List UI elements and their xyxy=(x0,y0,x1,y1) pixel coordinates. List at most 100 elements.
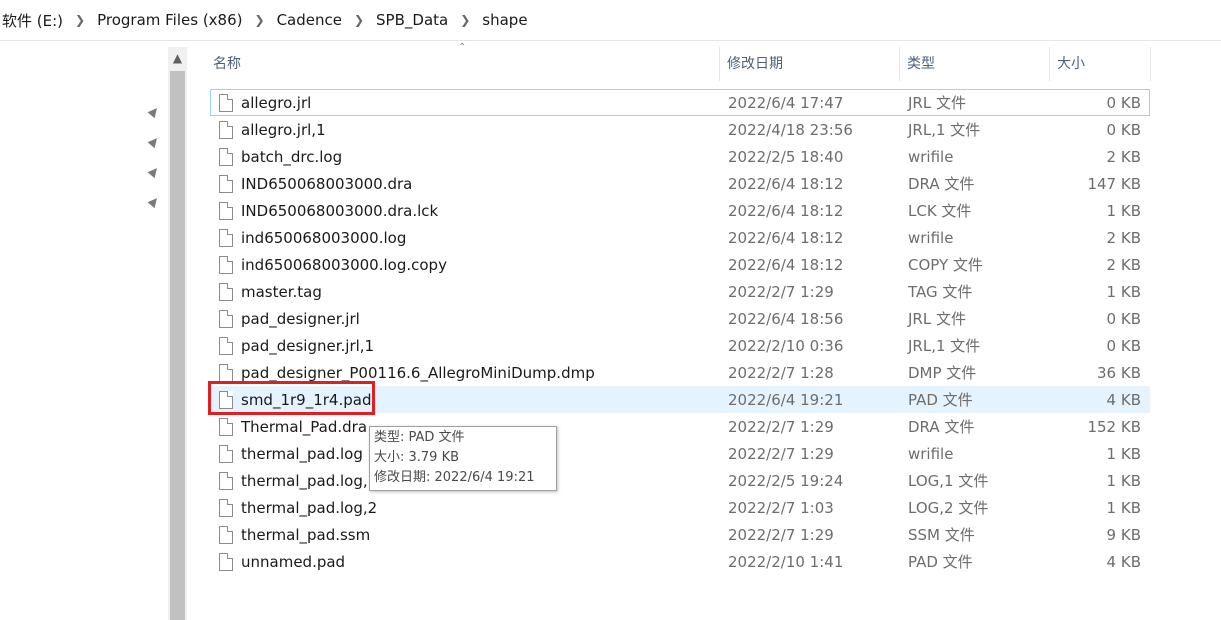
scroll-up-arrow-icon[interactable]: ▲ xyxy=(168,47,187,69)
file-size: 1 KB xyxy=(1106,202,1141,220)
file-size: 2 KB xyxy=(1106,256,1141,274)
file-row[interactable]: pad_designer.jrl,1 2022/2/10 0:36 JRL,1 文件… xyxy=(210,332,1150,359)
column-headers: ⌃ 名称 修改日期 类型 大小 xyxy=(190,42,1221,81)
pin-icon[interactable]: ▲ xyxy=(147,193,163,210)
file-date: 2022/2/7 1:29 xyxy=(728,283,834,301)
file-size: 1 KB xyxy=(1106,445,1141,463)
file-size: 1 KB xyxy=(1106,283,1141,301)
file-type: DRA 文件 xyxy=(908,418,975,436)
file-date: 2022/6/4 18:12 xyxy=(728,256,844,274)
pin-icon[interactable]: ▲ xyxy=(147,163,163,180)
file-name: pad_designer_P00116.6_AllegroMiniDump.dm… xyxy=(241,364,595,382)
column-header-size[interactable]: 大小 xyxy=(1051,47,1151,81)
file-type: LCK 文件 xyxy=(908,202,972,220)
file-row[interactable]: allegro.jrl,1 2022/4/18 23:56 JRL,1 文件 0 KB xyxy=(210,116,1150,143)
file-icon xyxy=(219,202,233,220)
file-row[interactable]: batch_drc.log 2022/2/5 18:40 wrifile 2 KB xyxy=(210,143,1150,170)
file-row[interactable]: thermal_pad.log 2022/2/7 1:29 wrifile 1 KB xyxy=(210,440,1150,467)
file-icon xyxy=(219,310,233,328)
file-type: JRL 文件 xyxy=(908,94,966,112)
file-icon xyxy=(219,148,233,166)
file-size: 0 KB xyxy=(1106,310,1141,328)
file-row[interactable]: Thermal_Pad.dra 2022/2/7 1:29 DRA 文件 152 KB xyxy=(210,413,1150,440)
file-row[interactable]: ind650068003000.log.copy 2022/6/4 18:12 CO… xyxy=(210,251,1150,278)
file-icon xyxy=(219,418,233,436)
file-date: 2022/6/4 19:21 xyxy=(728,391,844,409)
file-name: allegro.jrl xyxy=(241,94,312,112)
file-type: PAD 文件 xyxy=(908,553,973,571)
file-name: thermal_pad.log,1 xyxy=(241,472,378,490)
file-name: batch_drc.log xyxy=(241,148,343,166)
file-date: 2022/2/10 1:41 xyxy=(728,553,844,571)
file-row[interactable]: allegro.jrl 2022/6/4 17:47 JRL 文件 0 KB xyxy=(210,89,1150,116)
file-size: 36 KB xyxy=(1097,364,1141,382)
vertical-scrollbar[interactable]: ▲ xyxy=(168,47,187,620)
file-row[interactable]: IND650068003000.dra 2022/6/4 18:12 DRA 文件 1… xyxy=(210,170,1150,197)
pin-icon[interactable]: ▲ xyxy=(147,133,163,150)
file-row[interactable]: pad_designer.jrl 2022/6/4 18:56 JRL 文件 0 KB xyxy=(210,305,1150,332)
file-size: 0 KB xyxy=(1106,337,1141,355)
breadcrumb-drive[interactable]: 软件 (E:) xyxy=(0,10,65,31)
file-date: 2022/6/4 18:56 xyxy=(728,310,844,328)
file-name: IND650068003000.dra.lck xyxy=(241,202,439,220)
file-icon xyxy=(219,391,233,409)
chevron-right-icon[interactable]: ❯ xyxy=(245,13,275,27)
file-row[interactable]: pad_designer_P00116.6_AllegroMiniDump.dm… xyxy=(210,359,1150,386)
file-icon xyxy=(219,472,233,490)
breadcrumb-shape[interactable]: shape xyxy=(480,11,529,29)
file-icon xyxy=(219,364,233,382)
file-row[interactable]: thermal_pad.ssm 2022/2/7 1:29 SSM 文件 9 KB xyxy=(210,521,1150,548)
chevron-right-icon[interactable]: ❯ xyxy=(344,13,374,27)
file-row[interactable]: thermal_pad.log,1 2022/2/5 19:24 LOG,1 文件 1… xyxy=(210,467,1150,494)
file-name: pad_designer.jrl xyxy=(241,310,360,328)
file-row[interactable]: thermal_pad.log,2 2022/2/7 1:03 LOG,2 文件 1 … xyxy=(210,494,1150,521)
tooltip-date: 修改日期: 2022/6/4 19:21 xyxy=(374,470,535,485)
pin-icon[interactable]: ▲ xyxy=(147,103,163,120)
file-name: Thermal_Pad.dra xyxy=(241,418,368,436)
file-type: wrifile xyxy=(908,445,954,463)
file-type: wrifile xyxy=(908,148,954,166)
file-type: LOG,1 文件 xyxy=(908,472,989,490)
file-date: 2022/6/4 18:12 xyxy=(728,202,844,220)
file-type: wrifile xyxy=(908,229,954,247)
file-row[interactable]: IND650068003000.dra.lck 2022/6/4 18:12 LCK… xyxy=(210,197,1150,224)
breadcrumb-cadence[interactable]: Cadence xyxy=(275,11,344,29)
file-name: thermal_pad.log,2 xyxy=(241,499,378,517)
scrollbar-thumb[interactable] xyxy=(170,71,185,620)
file-date: 2022/2/7 1:29 xyxy=(728,445,834,463)
breadcrumb-program-files[interactable]: Program Files (x86) xyxy=(95,11,244,29)
file-type: COPY 文件 xyxy=(908,256,983,274)
tooltip-size: 大小: 3.79 KB xyxy=(374,450,460,465)
file-name: allegro.jrl,1 xyxy=(241,121,326,139)
file-row[interactable]: smd_1r9_1r4.pad 2022/6/4 19:21 PAD 文件 4 KB xyxy=(210,386,1150,413)
chevron-right-icon[interactable]: ❯ xyxy=(450,13,480,27)
file-type: TAG 文件 xyxy=(908,283,973,301)
file-icon xyxy=(219,175,233,193)
file-size: 2 KB xyxy=(1106,229,1141,247)
file-size: 0 KB xyxy=(1106,94,1141,112)
file-type: JRL,1 文件 xyxy=(908,121,981,139)
file-tooltip: 类型: PAD 文件 大小: 3.79 KB 修改日期: 2022/6/4 19… xyxy=(369,426,557,491)
file-date: 2022/2/7 1:29 xyxy=(728,418,834,436)
file-size: 1 KB xyxy=(1106,472,1141,490)
column-header-name[interactable]: 名称 xyxy=(207,47,720,81)
file-row[interactable]: master.tag 2022/2/7 1:29 TAG 文件 1 KB xyxy=(210,278,1150,305)
breadcrumb-spb-data[interactable]: SPB_Data xyxy=(374,11,450,29)
column-header-type[interactable]: 类型 xyxy=(901,47,1050,81)
file-name: ind650068003000.log xyxy=(241,229,407,247)
file-icon xyxy=(219,445,233,463)
file-row[interactable]: ind650068003000.log 2022/6/4 18:12 wrifile… xyxy=(210,224,1150,251)
file-date: 2022/2/5 18:40 xyxy=(728,148,844,166)
column-header-date[interactable]: 修改日期 xyxy=(721,47,900,81)
file-type: PAD 文件 xyxy=(908,391,973,409)
file-type: LOG,2 文件 xyxy=(908,499,989,517)
file-icon xyxy=(219,94,233,112)
file-type: DMP 文件 xyxy=(908,364,977,382)
file-row[interactable]: unnamed.pad 2022/2/10 1:41 PAD 文件 4 KB xyxy=(210,548,1150,575)
file-icon xyxy=(219,283,233,301)
file-date: 2022/6/4 18:12 xyxy=(728,175,844,193)
chevron-right-icon[interactable]: ❯ xyxy=(65,13,95,27)
file-date: 2022/2/10 0:36 xyxy=(728,337,844,355)
file-date: 2022/2/7 1:03 xyxy=(728,499,834,517)
file-size: 4 KB xyxy=(1106,391,1141,409)
